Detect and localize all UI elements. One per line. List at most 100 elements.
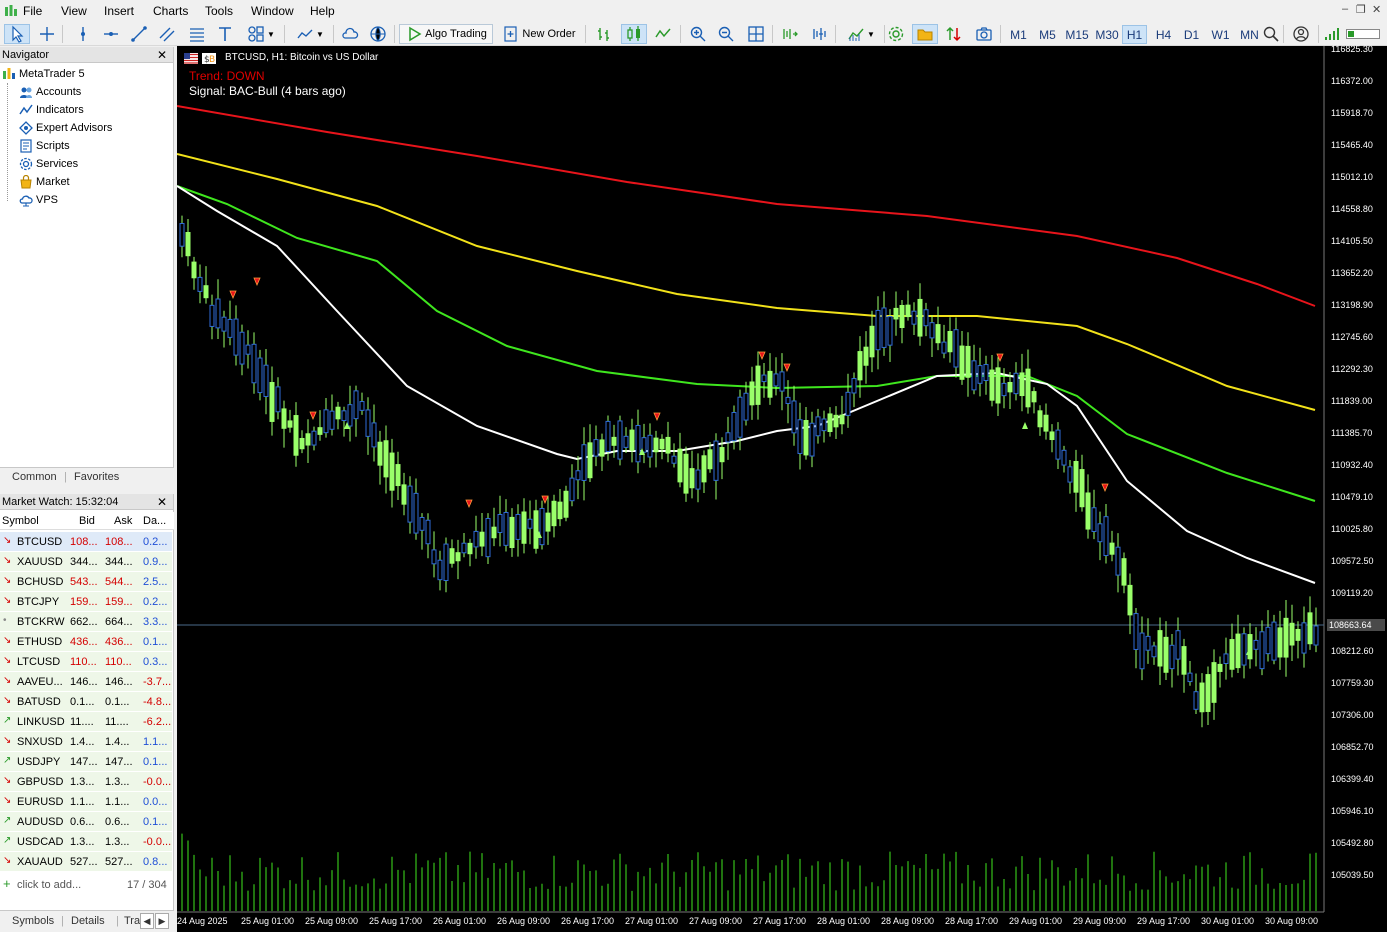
- market-watch-row[interactable]: ↘ BTCJPY 159... 159... 0.2...: [0, 592, 172, 612]
- bar-chart-button[interactable]: [593, 24, 615, 44]
- column-bid[interactable]: Bid: [79, 515, 95, 527]
- tab-details[interactable]: Details: [71, 915, 105, 927]
- click-to-add-input[interactable]: click to add...: [17, 879, 81, 891]
- menu-insert[interactable]: Insert: [104, 4, 134, 18]
- vertical-line-button[interactable]: [72, 24, 94, 44]
- ask-price: 0.6...: [105, 816, 130, 828]
- text-tool-button[interactable]: [214, 24, 236, 44]
- close-icon[interactable]: ✕: [157, 47, 167, 63]
- timeframe-w1[interactable]: W1: [1208, 25, 1233, 44]
- search-button[interactable]: [1262, 24, 1280, 44]
- close-icon[interactable]: ✕: [157, 494, 167, 510]
- tile-windows-button[interactable]: [745, 24, 767, 44]
- market-watch-row[interactable]: ↘ AAVEU... 146... 146... -3.7...: [0, 672, 172, 692]
- market-watch-row[interactable]: ↘ BCHUSD 543... 544... 2.5...: [0, 572, 172, 592]
- time-axis-label: 30 Aug 01:00: [1201, 916, 1255, 926]
- nav-item-accounts[interactable]: Accounts: [19, 83, 81, 101]
- market-watch-row[interactable]: ↘ ETHUSD 436... 436... 0.1...: [0, 632, 172, 652]
- menu-file[interactable]: File: [23, 4, 42, 18]
- menu-tools[interactable]: Tools: [205, 4, 233, 18]
- timeframe-m1[interactable]: M1: [1005, 25, 1032, 44]
- timeframe-h4[interactable]: H4: [1151, 25, 1176, 44]
- market-watch-row[interactable]: ↗ USDJPY 147... 147... 0.1...: [0, 752, 172, 772]
- timeframe-h1[interactable]: H1: [1122, 25, 1147, 44]
- nav-item-market[interactable]: Market: [19, 173, 70, 191]
- algo-trading-button[interactable]: Algo Trading: [399, 24, 493, 44]
- cloud-button[interactable]: [339, 24, 361, 44]
- daily-change: -6.2...: [143, 716, 172, 728]
- market-watch-row[interactable]: ↘ XAUAUD 527... 527... 0.8...: [0, 852, 172, 872]
- column-ask[interactable]: Ask: [114, 515, 132, 527]
- zoom-in-button[interactable]: [687, 24, 709, 44]
- column-daily-change[interactable]: Da...: [143, 515, 166, 527]
- chart-canvas[interactable]: [177, 46, 1387, 932]
- timeframe-mn[interactable]: MN: [1237, 25, 1262, 44]
- restore-icon[interactable]: ❐: [1356, 3, 1366, 16]
- templates-button[interactable]: [912, 24, 938, 44]
- nav-item-expert-advisors[interactable]: Expert Advisors: [19, 119, 112, 137]
- chart-shift-button[interactable]: [808, 24, 830, 44]
- timeframe-m5[interactable]: M5: [1034, 25, 1061, 44]
- tab-common[interactable]: Common: [12, 471, 57, 483]
- horizontal-line-button[interactable]: [100, 24, 122, 44]
- price-chart[interactable]: $ B BTCUSD, H1: Bitcoin vs US Dollar Tren…: [177, 44, 1387, 932]
- market-watch-row[interactable]: ↘ GBPUSD 1.3... 1.3... -0.0...: [0, 772, 172, 792]
- market-watch-row[interactable]: ↘ XAUUSD 344... 344... 0.9...: [0, 552, 172, 572]
- arrow-down-icon: ↘: [3, 695, 12, 706]
- indicator-list-dropdown-button[interactable]: ▼: [841, 24, 881, 44]
- market-watch-row[interactable]: ↘ SNXUSD 1.4... 1.4... 1.1...: [0, 732, 172, 752]
- column-symbol[interactable]: Symbol: [2, 515, 39, 527]
- market-watch-row[interactable]: • BTCKRW 662... 664... 3.3...: [0, 612, 172, 632]
- nav-item-scripts[interactable]: Scripts: [19, 137, 70, 155]
- screenshot-button[interactable]: [972, 24, 996, 44]
- depth-of-market-button[interactable]: [943, 24, 965, 44]
- cursor-tool-button[interactable]: [4, 24, 30, 44]
- menu-view[interactable]: View: [61, 4, 87, 18]
- signals-button[interactable]: [367, 24, 389, 44]
- trend-line-button[interactable]: [128, 24, 150, 44]
- channel-button[interactable]: [156, 24, 178, 44]
- nav-item-vps[interactable]: VPS: [19, 191, 58, 209]
- market-watch-row[interactable]: ↗ LINKUSD 11.... 11.... -6.2...: [0, 712, 172, 732]
- daily-change: 0.8...: [143, 856, 168, 868]
- candle-body: [221, 316, 227, 332]
- scroll-right-icon[interactable]: ▶: [155, 913, 169, 929]
- market-watch-row[interactable]: ↘ EURUSD 1.1... 1.1... 0.0...: [0, 792, 172, 812]
- menu-window[interactable]: Window: [251, 4, 294, 18]
- timeframe-m30[interactable]: M30: [1092, 25, 1122, 44]
- candlestick-button[interactable]: [621, 24, 647, 44]
- tab-symbols[interactable]: Symbols: [12, 915, 54, 927]
- market-watch-row[interactable]: ↗ AUDUSD 0.6... 0.6... 0.1...: [0, 812, 172, 832]
- candle-body: [557, 501, 563, 520]
- navigator-panel: Navigator ✕ MetaTrader 5 Accounts Indica…: [0, 47, 174, 467]
- zoom-out-button[interactable]: [715, 24, 737, 44]
- market-watch-row[interactable]: ↘ BTCUSD 108... 108... 0.2...: [0, 532, 172, 552]
- menu-charts[interactable]: Charts: [153, 4, 188, 18]
- nav-root-metatrader[interactable]: MetaTrader 5: [2, 65, 85, 83]
- timeframe-d1[interactable]: D1: [1179, 25, 1204, 44]
- market-watch-row[interactable]: ↘ LTCUSD 110... 110... 0.3...: [0, 652, 172, 672]
- close-window-icon[interactable]: ✕: [1372, 3, 1381, 16]
- market-watch-row[interactable]: ↘ BATUSD 0.1... 0.1... -4.8...: [0, 692, 172, 712]
- nav-item-indicators[interactable]: Indicators: [19, 101, 84, 119]
- daily-change: 3.3...: [143, 616, 168, 628]
- line-chart-button[interactable]: [652, 24, 674, 44]
- timeframe-m15[interactable]: M15: [1062, 25, 1092, 44]
- account-button[interactable]: [1290, 24, 1312, 44]
- settings-button[interactable]: [885, 24, 907, 44]
- nav-item-services[interactable]: Services: [19, 155, 78, 173]
- bid-price: 527...: [70, 856, 98, 868]
- crosshair-button[interactable]: [36, 24, 58, 44]
- new-order-button[interactable]: New Order: [498, 24, 580, 44]
- fibonacci-button[interactable]: [186, 24, 208, 44]
- scroll-left-icon[interactable]: ◀: [140, 913, 154, 929]
- indicators-dropdown-button[interactable]: ▼: [290, 24, 330, 44]
- tab-trading[interactable]: Tra: [124, 915, 140, 927]
- menu-help[interactable]: Help: [310, 4, 335, 18]
- market-watch-row[interactable]: ↗ USDCAD 1.3... 1.3... -0.0...: [0, 832, 172, 852]
- auto-scroll-button[interactable]: [779, 24, 801, 44]
- minimize-icon[interactable]: –: [1342, 3, 1348, 15]
- candle-body: [1181, 646, 1187, 675]
- tab-favorites[interactable]: Favorites: [74, 471, 119, 483]
- shapes-dropdown-button[interactable]: ▼: [242, 24, 280, 44]
